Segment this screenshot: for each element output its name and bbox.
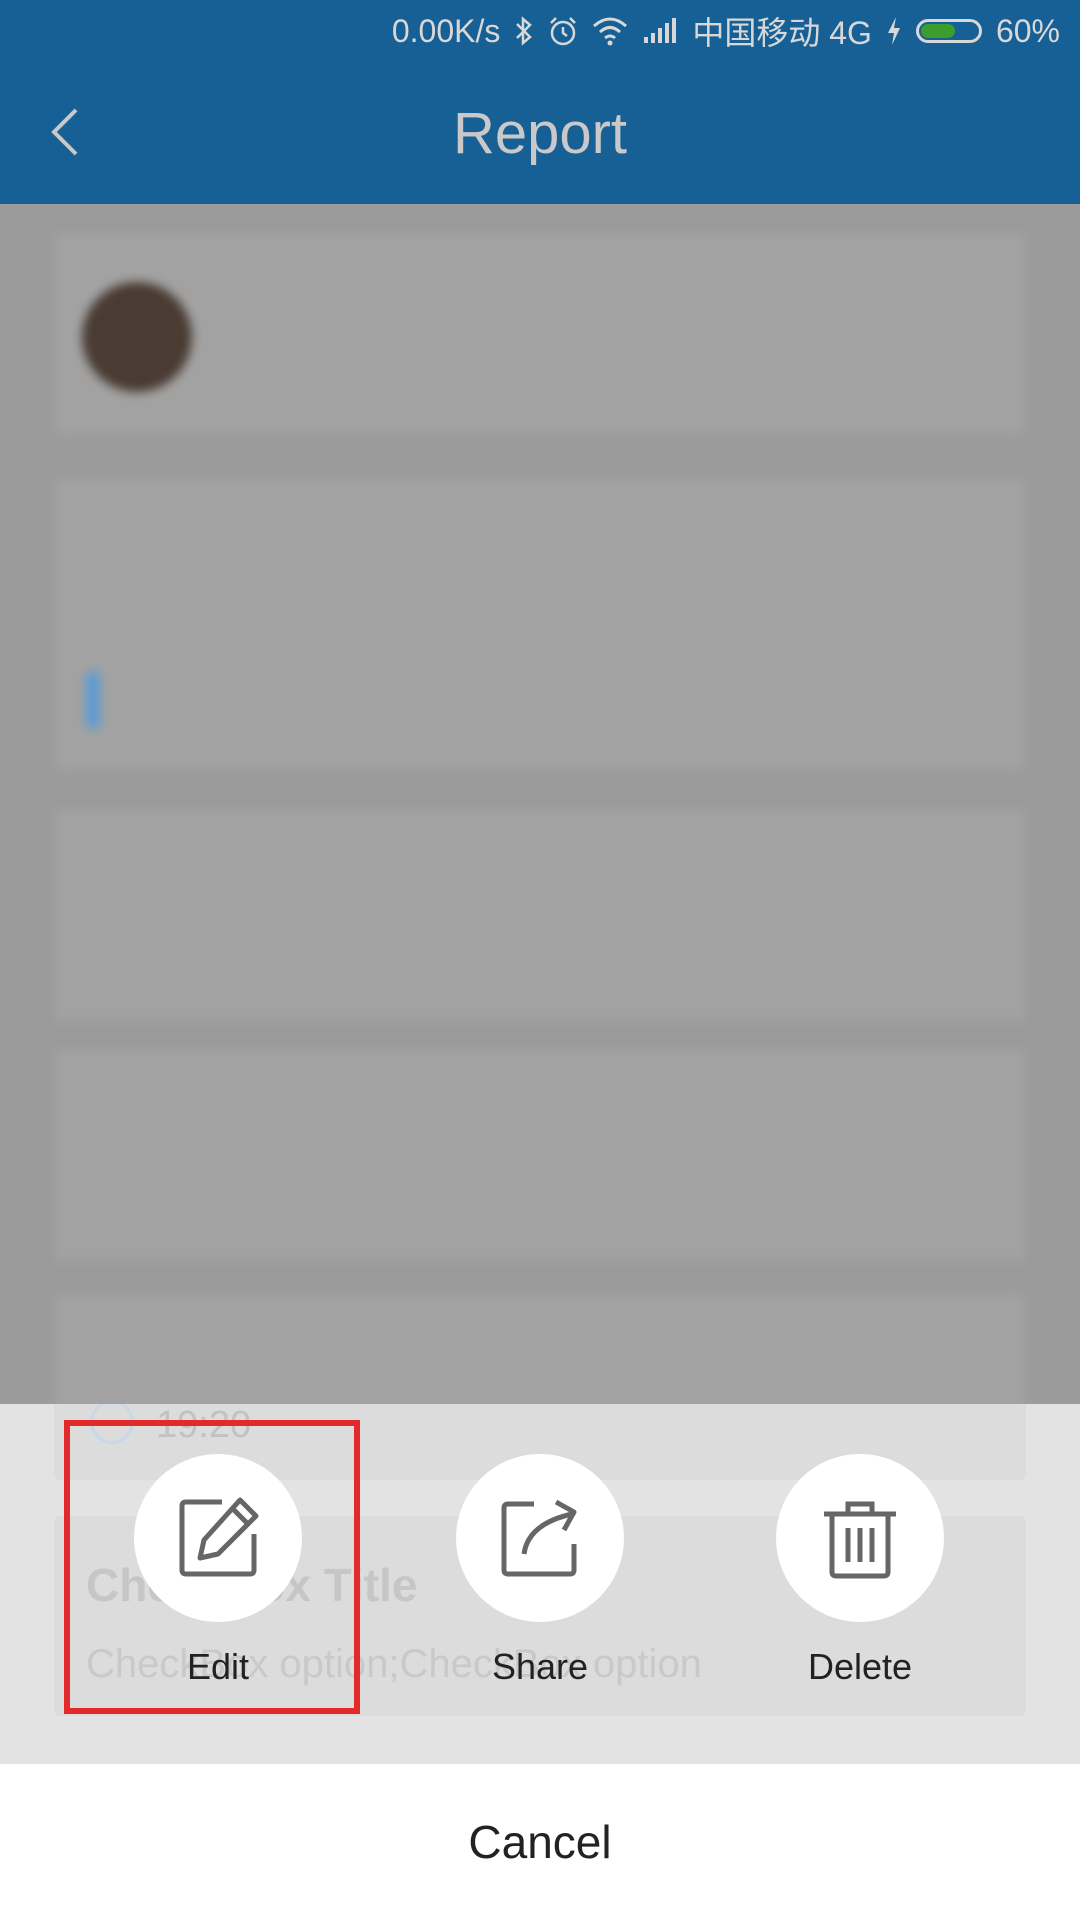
trash-icon bbox=[824, 1501, 896, 1579]
chevron-left-icon bbox=[51, 108, 78, 156]
field-card-number bbox=[54, 1050, 1026, 1260]
charging-icon bbox=[886, 16, 902, 46]
back-button[interactable] bbox=[46, 102, 82, 162]
edit-circle[interactable] bbox=[134, 1454, 302, 1622]
delete-button[interactable]: Delete bbox=[730, 1454, 990, 1688]
share-icon bbox=[501, 1499, 577, 1577]
report-content-dimmed bbox=[0, 204, 1080, 1404]
bluetooth-icon bbox=[514, 15, 534, 47]
battery-percent: 60% bbox=[995, 12, 1060, 49]
edit-label: Edit bbox=[186, 1646, 250, 1687]
network-speed: 0.00K/s bbox=[391, 12, 501, 49]
share-button[interactable]: Share bbox=[410, 1454, 670, 1688]
field-card-project bbox=[54, 810, 1026, 1020]
field-card-time bbox=[54, 1294, 1026, 1404]
share-label: Share bbox=[491, 1646, 589, 1687]
status-bar: 0.00K/s 中国移动 4G 60% bbox=[0, 0, 1080, 62]
delete-label: Delete bbox=[807, 1646, 913, 1687]
edit-icon bbox=[179, 1497, 259, 1577]
app-bar: Report bbox=[0, 62, 1080, 204]
section-marker bbox=[86, 672, 100, 728]
clock-icon bbox=[90, 1404, 134, 1444]
wifi-icon bbox=[592, 16, 628, 46]
alarm-icon bbox=[548, 15, 578, 47]
share-circle[interactable] bbox=[456, 1454, 624, 1622]
signal-icon bbox=[642, 17, 678, 45]
action-sheet: Edit Share Delete bbox=[0, 1454, 1080, 1704]
checklist-header-card bbox=[54, 480, 1026, 770]
cancel-button[interactable]: Cancel bbox=[0, 1764, 1080, 1920]
edit-button[interactable]: Edit bbox=[88, 1454, 348, 1688]
battery-icon bbox=[915, 19, 982, 43]
time-value: 19:20 bbox=[156, 1404, 252, 1446]
delete-circle[interactable] bbox=[776, 1454, 944, 1622]
carrier-label: 中国移动 4G bbox=[692, 15, 872, 51]
author-card bbox=[54, 234, 1026, 434]
page-title: Report bbox=[452, 100, 628, 166]
avatar bbox=[82, 282, 192, 392]
